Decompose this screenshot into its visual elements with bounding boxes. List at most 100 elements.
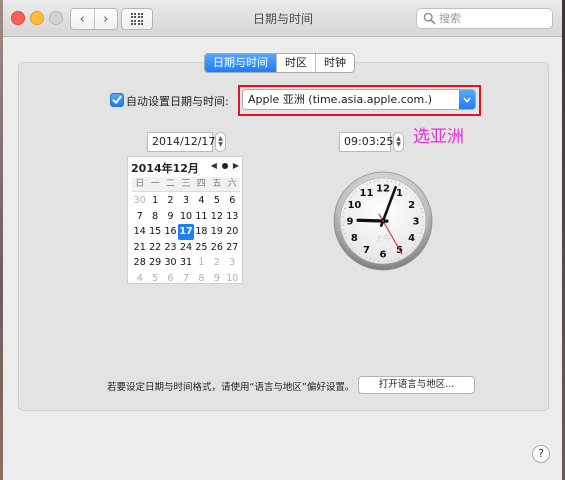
previous-month-icon[interactable]: ◀ [211,161,217,170]
clock-numeral: 7 [363,245,370,256]
open-language-region-button[interactable]: 打开语言与地区... [358,376,475,394]
clock-numeral: 8 [351,233,358,244]
help-button[interactable]: ? [532,445,550,463]
calendar-day[interactable]: 9 [209,271,224,287]
calendar-day[interactable]: 28 [132,255,147,271]
chevron-left-icon: ‹ [79,11,85,27]
calendar-day[interactable]: 18 [194,224,209,240]
calendar-day[interactable]: 23 [163,240,178,256]
analog-clock: 121234567891011上午 [333,171,433,271]
calendar-day[interactable]: 31 [178,255,193,271]
back-button[interactable]: ‹ [71,9,94,29]
clock-center-pin [381,219,385,223]
tab-time-zone[interactable]: 时区 [276,54,315,72]
search-box[interactable] [416,8,553,29]
next-month-icon[interactable]: ▶ [233,161,239,170]
time-server-select[interactable]: Apple 亚洲 (time.asia.apple.com.) [242,89,476,110]
calendar-day[interactable]: 9 [163,209,178,225]
calendar-nav: ◀ ▶ [211,161,239,170]
minimize-window-button[interactable] [30,11,44,25]
weekday-label: 五 [212,179,222,189]
calendar-day[interactable]: 22 [147,240,162,256]
calendar-day[interactable]: 8 [194,271,209,287]
forward-button[interactable]: › [93,9,118,29]
today-dot-icon[interactable] [221,162,228,169]
calendar-day[interactable]: 3 [225,255,240,271]
calendar-day[interactable]: 26 [209,240,224,256]
zoom-window-button[interactable] [49,11,63,25]
calendar-day[interactable]: 1 [194,255,209,271]
calendar-day[interactable]: 20 [225,224,240,240]
calendar-day[interactable]: 3 [178,193,193,209]
calendar-day[interactable]: 4 [132,271,147,287]
calendar-day[interactable]: 25 [194,240,209,256]
calendar-day[interactable]: 2 [163,193,178,209]
clock-numeral: 2 [408,200,415,211]
calendar: 2014年12月 ◀ ▶ 日一二三四五六 30 1 2 3 4 5 6 7 8 9 10 11 12 13… [127,156,243,284]
calendar-day[interactable]: 2 [209,255,224,271]
weekday-label: 三 [181,179,191,189]
clock-numeral: 4 [408,233,415,244]
time-field[interactable]: 09:03:25 [339,132,393,152]
clock-numeral: 6 [380,250,387,261]
clock-numeral: 3 [413,217,420,228]
app-grid-icon [131,13,143,25]
tab-bar: 日期与时间 时区 时钟 [204,53,355,73]
calendar-day[interactable]: 6 [163,271,178,287]
calendar-day[interactable]: 6 [225,193,240,209]
calendar-grid: 30 1 2 3 4 5 6 7 8 9 10 11 12 13 14 15 16 17 18 19 20 21 22 23 2… [132,193,240,286]
time-stepper[interactable]: ▲ ▼ [393,132,404,152]
calendar-day[interactable]: 13 [225,209,240,225]
calendar-month-label: 2014年12月 [131,162,199,175]
calendar-day[interactable]: 19 [209,224,224,240]
calendar-day[interactable]: 17 [178,224,194,240]
calendar-day[interactable]: 7 [178,271,193,287]
calendar-day[interactable]: 5 [147,271,162,287]
close-window-button[interactable] [11,11,25,25]
calendar-day[interactable]: 12 [209,209,224,225]
format-hint: 若要设定日期与时间格式，请使用“语言与地区”偏好设置。 [107,382,355,393]
tab-date-time[interactable]: 日期与时间 [205,54,276,72]
calendar-day[interactable]: 21 [132,240,147,256]
calendar-day[interactable]: 30 [132,193,147,209]
preferences-window: ‹ › 日期与时间 日期与时间 时区 时钟 [3,0,562,480]
title-bar: ‹ › 日期与时间 [3,0,562,37]
stepper-down-icon: ▼ [396,141,401,148]
clock-numeral: 10 [347,200,361,211]
search-icon [423,12,436,25]
weekday-label: 日 [135,179,145,189]
weekday-label: 六 [227,179,237,189]
chevron-down-icon[interactable] [459,90,475,109]
calendar-day[interactable]: 29 [147,255,162,271]
chevron-right-icon: › [103,11,109,27]
calendar-day[interactable]: 5 [209,193,224,209]
calendar-day[interactable]: 7 [132,209,147,225]
auto-set-checkbox[interactable] [110,93,124,107]
checkmark-icon [112,95,122,104]
calendar-day[interactable]: 11 [194,209,209,225]
calendar-day[interactable]: 8 [147,209,162,225]
calendar-day[interactable]: 4 [194,193,209,209]
calendar-day[interactable]: 24 [178,240,193,256]
calendar-weekday-header: 日一二三四五六 [132,177,240,192]
auto-set-label: 自动设置日期与时间: [126,95,229,108]
show-all-button[interactable] [121,8,153,30]
calendar-day[interactable]: 1 [147,193,162,209]
calendar-day[interactable]: 10 [178,209,193,225]
date-stepper[interactable]: ▲ ▼ [215,132,226,152]
calendar-day[interactable]: 14 [132,224,147,240]
date-field[interactable]: 2014/12/17 [147,132,215,152]
calendar-day[interactable]: 15 [147,224,162,240]
am-pm-label: 上午 [375,233,391,243]
search-input[interactable] [439,9,544,28]
stepper-down-icon: ▼ [218,141,223,148]
calendar-day[interactable]: 16 [163,224,178,240]
calendar-day[interactable]: 10 [225,271,240,287]
tab-clock[interactable]: 时钟 [315,54,354,72]
window-title: 日期与时间 [252,12,313,26]
calendar-day[interactable]: 30 [163,255,178,271]
annotation-text: 选亚洲 [413,127,464,147]
weekday-label: 四 [196,179,206,189]
clock-numeral: 1 [396,188,403,199]
calendar-day[interactable]: 27 [225,240,240,256]
